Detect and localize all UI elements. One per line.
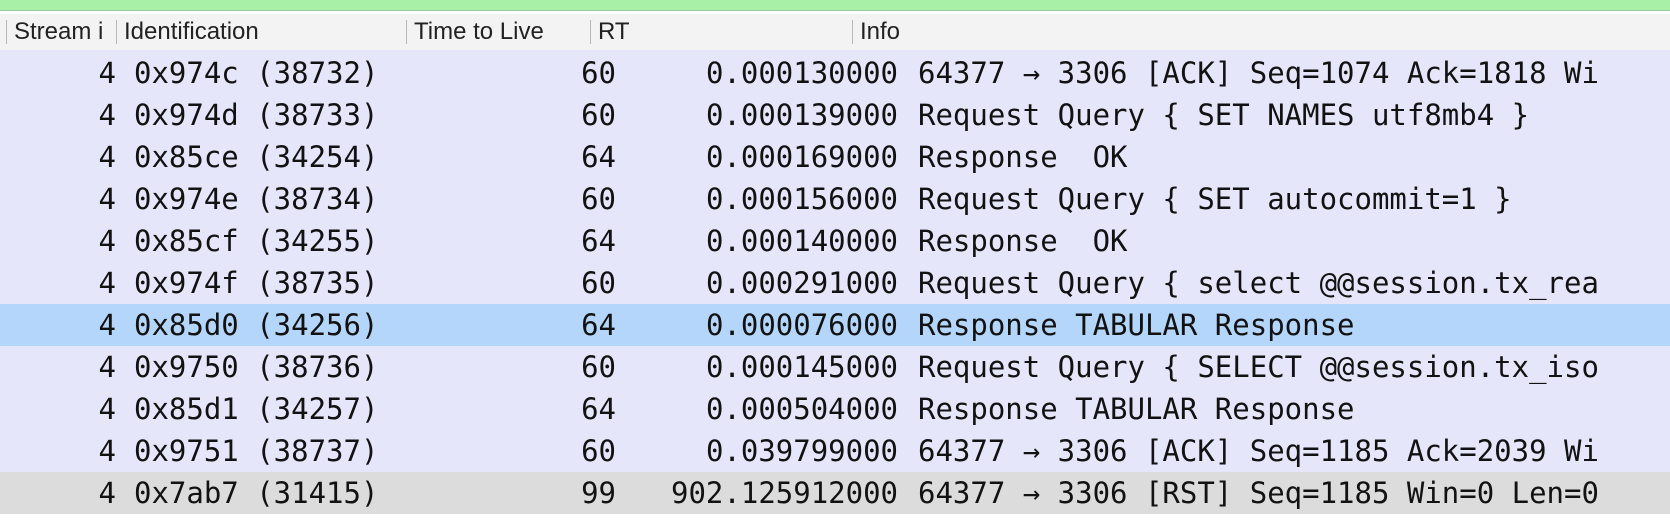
cell-stream: 4 [98,224,116,258]
packet-row-reset[interactable]: 4 0x7ab7 (31415) 99 902.125912000 64377 … [0,472,1670,514]
cell-stream: 4 [98,182,116,216]
cell-info: Request Query { SELECT @@session.tx_iso [918,350,1599,384]
packet-row[interactable]: 4 0x9751 (38737) 60 0.039799000 64377 → … [0,430,1670,472]
cell-info: Response TABULAR Response [918,308,1355,342]
cell-stream: 4 [98,140,116,174]
packet-row[interactable]: 4 0x9750 (38736) 60 0.000145000 Request … [0,346,1670,388]
cell-stream: 4 [98,266,116,300]
cell-ttl: 99 [581,476,616,510]
packet-row[interactable]: 4 0x974d (38733) 60 0.000139000 Request … [0,94,1670,136]
cell-info: 64377 → 3306 [ACK] Seq=1074 Ack=1818 Wi [918,56,1599,90]
cell-info: Response TABULAR Response [918,392,1355,426]
packet-list-window: Stream i Identification Time to Live RT … [0,0,1670,526]
cell-info: Response OK [918,224,1128,258]
packet-list-header: Stream i Identification Time to Live RT … [0,14,1670,51]
column-header-stream[interactable]: Stream i [6,14,114,50]
cell-ttl: 60 [581,182,616,216]
packet-row[interactable]: 4 0x85d1 (34257) 64 0.000504000 Response… [0,388,1670,430]
cell-rt: 0.000145000 [705,350,898,384]
cell-stream: 4 [98,56,116,90]
cell-info: 64377 → 3306 [ACK] Seq=1185 Ack=2039 Wi [918,434,1599,468]
cell-ttl: 60 [581,98,616,132]
cell-rt: 0.000139000 [705,98,898,132]
cell-ttl: 64 [581,392,616,426]
cell-ttl: 60 [581,434,616,468]
cell-identification: 0x85d1 (34257) [134,392,379,426]
cell-rt: 0.000291000 [705,266,898,300]
cell-identification: 0x974f (38735) [134,266,379,300]
cell-stream: 4 [98,476,116,510]
cell-rt: 0.000130000 [705,56,898,90]
cell-ttl: 60 [581,266,616,300]
cell-info: Request Query { SET autocommit=1 } [918,182,1512,216]
cell-rt: 0.000076000 [705,308,898,342]
cell-identification: 0x7ab7 (31415) [134,476,379,510]
cell-ttl: 64 [581,140,616,174]
cell-stream: 4 [98,350,116,384]
cell-stream: 4 [98,434,116,468]
cell-identification: 0x85cf (34255) [134,224,379,258]
packet-row[interactable]: 4 0x974e (38734) 60 0.000156000 Request … [0,178,1670,220]
cell-stream: 4 [98,98,116,132]
cell-rt: 0.000504000 [705,392,898,426]
cell-ttl: 60 [581,350,616,384]
cell-stream: 4 [98,308,116,342]
cell-identification: 0x85d0 (34256) [134,308,379,342]
column-header-identification[interactable]: Identification [116,14,404,50]
cell-info: Request Query { select @@session.tx_rea [918,266,1599,300]
packet-row[interactable]: 4 0x974f (38735) 60 0.000291000 Request … [0,262,1670,304]
packet-row[interactable]: 4 0x85ce (34254) 64 0.000169000 Response… [0,136,1670,178]
cell-info: 64377 → 3306 [RST] Seq=1185 Win=0 Len=0 [918,476,1599,510]
cell-ttl: 64 [581,308,616,342]
packet-row[interactable]: 4 0x85cf (34255) 64 0.000140000 Response… [0,220,1670,262]
cell-rt: 0.000140000 [705,224,898,258]
cell-rt: 902.125912000 [671,476,898,510]
cell-stream: 4 [98,392,116,426]
cell-identification: 0x974e (38734) [134,182,379,216]
cell-rt: 0.000169000 [705,140,898,174]
cell-identification: 0x974c (38732) [134,56,379,90]
cell-identification: 0x974d (38733) [134,98,379,132]
cell-ttl: 64 [581,224,616,258]
cell-identification: 0x9750 (38736) [134,350,379,384]
cell-ttl: 60 [581,56,616,90]
cell-identification: 0x85ce (34254) [134,140,379,174]
cell-identification: 0x9751 (38737) [134,434,379,468]
packet-row-selected[interactable]: 4 0x85d0 (34256) 64 0.000076000 Response… [0,304,1670,346]
cell-info: Request Query { SET NAMES utf8mb4 } [918,98,1530,132]
cell-info: Response OK [918,140,1128,174]
packet-list: 4 0x974c (38732) 60 0.000130000 64377 → … [0,52,1670,514]
column-header-ttl[interactable]: Time to Live [406,14,588,50]
packet-row[interactable]: 4 0x974c (38732) 60 0.000130000 64377 → … [0,52,1670,94]
cell-rt: 0.000156000 [705,182,898,216]
display-filter-bar-edge [0,0,1670,11]
column-header-rt[interactable]: RT [590,14,852,50]
cell-rt: 0.039799000 [705,434,898,468]
column-header-info[interactable]: Info [852,14,1670,50]
